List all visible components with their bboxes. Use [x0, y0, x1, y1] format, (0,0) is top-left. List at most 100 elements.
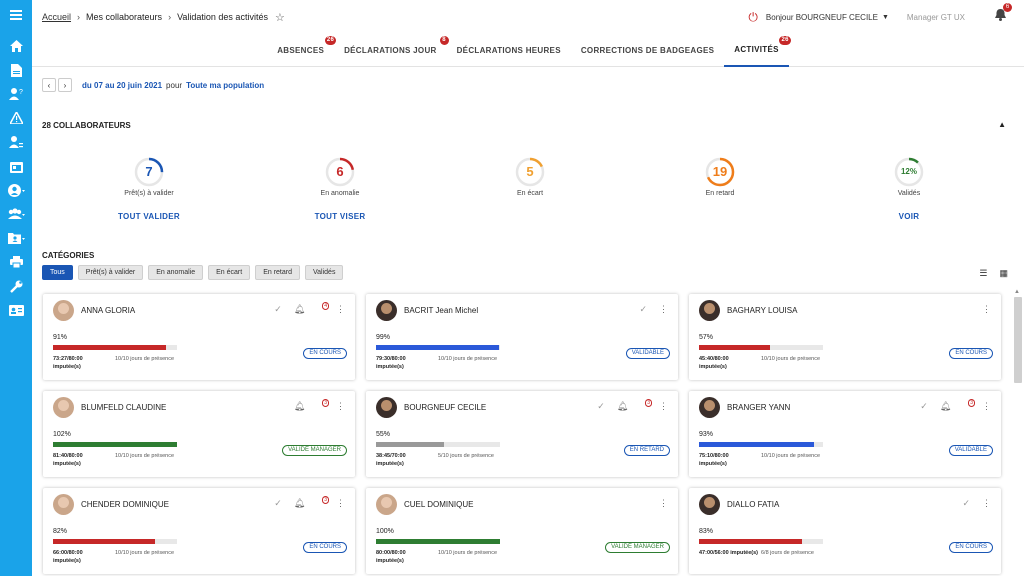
filter-ready[interactable]: Prêt(s) à valider	[77, 265, 144, 280]
collaborator-card[interactable]: ANNA GLORIA ✓ 🔔︎ 4 ⋮ 91% 73:27/80:00 imputée(s)…	[43, 294, 355, 380]
filter-validated[interactable]: Validés	[305, 265, 344, 280]
avatar	[699, 397, 720, 418]
calendar-icon[interactable]	[0, 154, 32, 178]
home-icon[interactable]	[0, 34, 32, 58]
more-options-icon[interactable]: ⋮	[659, 498, 668, 509]
user-list-icon[interactable]	[0, 130, 32, 154]
tab-activites[interactable]: ACTIVITÉS 26	[724, 34, 791, 67]
filter-all[interactable]: Tous	[42, 265, 73, 280]
more-options-icon[interactable]: ⋮	[982, 304, 991, 315]
role-label[interactable]: Manager GT UX	[907, 13, 965, 22]
hours-value: 38:45/70:00	[376, 453, 406, 459]
collaborator-name[interactable]: BAGHARY LOUISA	[727, 306, 797, 315]
period-range[interactable]: du 07 au 20 juin 2021	[82, 81, 162, 90]
wrench-icon[interactable]	[0, 274, 32, 298]
more-options-icon[interactable]: ⋮	[982, 401, 991, 412]
id-card-icon[interactable]	[0, 298, 32, 322]
stat-action-button[interactable]: TOUT VALIDER	[94, 212, 204, 221]
collapse-icon[interactable]: ▲	[998, 120, 1006, 129]
scrollbar[interactable]: ▲	[1014, 289, 1022, 576]
alert-bell-icon[interactable]: 🔔︎ 3	[294, 496, 329, 509]
menu-icon[interactable]	[10, 10, 22, 24]
collaborator-card[interactable]: BACRIT Jean Michel ✓ ⋮ 99% 79:30/80:00 imputé…	[366, 294, 678, 380]
caret-down-icon[interactable]: ▼	[882, 14, 889, 21]
progress-percent: 55%	[376, 431, 391, 438]
tab-corrections-badgeages[interactable]: CORRECTIONS DE BADGEAGES	[571, 34, 724, 67]
filter-gap[interactable]: En écart	[208, 265, 251, 280]
next-period-button[interactable]: ›	[58, 78, 72, 92]
filter-late[interactable]: En retard	[255, 265, 300, 280]
stat-ring: 19	[705, 157, 735, 187]
scroll-up-icon[interactable]: ▲	[1014, 289, 1020, 295]
collaborator-name[interactable]: CUEL DOMINIQUE	[404, 500, 474, 509]
grid-view-icon[interactable]: ▦	[999, 268, 1008, 279]
collaborator-name[interactable]: BOURGNEUF CECILE	[404, 403, 486, 412]
account-icon[interactable]	[0, 178, 32, 202]
collaborator-name[interactable]: BRANGER YANN	[727, 403, 790, 412]
check-icon[interactable]: ✓	[274, 498, 282, 509]
folder-user-icon[interactable]	[0, 226, 32, 250]
collaborator-name[interactable]: BLUMFELD CLAUDINE	[81, 403, 166, 412]
stat-action-button[interactable]: VOIR	[854, 212, 964, 221]
check-icon[interactable]: ✓	[920, 401, 928, 412]
alert-bell-icon[interactable]: 🔔︎ 3	[617, 399, 652, 412]
tab-absences[interactable]: ABSENCES 26	[267, 34, 337, 67]
alert-bell-icon[interactable]: 🔔︎ 4	[294, 302, 329, 315]
filter-anomaly[interactable]: En anomalie	[148, 265, 204, 280]
stat-ring: 7	[134, 157, 164, 187]
collaborator-name[interactable]: ANNA GLORIA	[81, 306, 135, 315]
warning-icon[interactable]	[0, 106, 32, 130]
user-greeting[interactable]: Bonjour BOURGNEUF CECILE	[766, 13, 878, 22]
collaborator-card[interactable]: CHENDER DOMINIQUE ✓ 🔔︎ 3 ⋮ 82% 66:00/80:00 impu…	[43, 488, 355, 574]
notifications-bell[interactable]: 6	[995, 3, 1012, 26]
breadcrumb-collaborators[interactable]: Mes collaborateurs	[86, 12, 162, 22]
avatar	[699, 494, 720, 515]
more-options-icon[interactable]: ⋮	[336, 401, 345, 412]
more-options-icon[interactable]: ⋮	[336, 498, 345, 509]
alert-bell-icon[interactable]: 🔔︎ 3	[940, 399, 975, 412]
alert-badge: 3	[322, 496, 329, 504]
status-badge: VALIDÉ MANAGER	[605, 542, 670, 553]
more-options-icon[interactable]: ⋮	[982, 498, 991, 509]
status-badge: EN COURS	[949, 542, 993, 553]
check-icon[interactable]: ✓	[597, 401, 605, 412]
stat-value: 7	[145, 164, 153, 179]
document-icon[interactable]	[0, 58, 32, 82]
scrollbar-thumb[interactable]	[1014, 297, 1022, 383]
tab-label: ABSENCES	[277, 45, 325, 55]
collaborator-card[interactable]: BOURGNEUF CECILE ✓ 🔔︎ 3 ⋮ 55% 38:45/70:00 imput…	[366, 391, 678, 477]
tab-declarations-heures[interactable]: DÉCLARATIONS HEURES	[447, 34, 571, 67]
hours-imputed: 47:00/56:00 imputée(s)	[699, 549, 758, 557]
breadcrumb-home[interactable]: Accueil	[42, 12, 71, 22]
collaborator-card[interactable]: BLUMFELD CLAUDINE 🔔︎ 3 ⋮ 102% 81:40/80:00 impu…	[43, 391, 355, 477]
user-question-icon[interactable]: ?	[0, 82, 32, 106]
list-view-icon[interactable]: ☰	[979, 268, 987, 279]
stat-label: En anomalie	[320, 190, 360, 197]
population-link[interactable]: Toute ma population	[186, 81, 264, 90]
tab-declarations-jour[interactable]: DÉCLARATIONS JOUR 8	[334, 34, 449, 67]
collaborator-card[interactable]: DIALLO FATIA ✓ ⋮ 83% 47:00/56:00 imputée(s) 6…	[689, 488, 1001, 574]
star-icon[interactable]: ☆	[275, 11, 285, 24]
collaborator-card[interactable]: BRANGER YANN ✓ 🔔︎ 3 ⋮ 93% 75:10/80:00 imputée(s…	[689, 391, 1001, 477]
more-options-icon[interactable]: ⋮	[336, 304, 345, 315]
check-icon[interactable]: ✓	[962, 498, 970, 509]
more-options-icon[interactable]: ⋮	[659, 401, 668, 412]
collaborator-card[interactable]: CUEL DOMINIQUE ⋮ 100% 80:00/80:00 imputée(s)…	[366, 488, 678, 574]
check-icon[interactable]: ✓	[274, 304, 282, 315]
collaborator-card[interactable]: BAGHARY LOUISA ⋮ 57% 45:40/80:00 imputée(s) 1…	[689, 294, 1001, 380]
hours-value: 66:00/80:00	[53, 550, 83, 556]
stat-value: 5	[526, 164, 534, 179]
progress-percent: 91%	[53, 334, 68, 341]
collaborator-name[interactable]: DIALLO FATIA	[727, 500, 779, 509]
prev-period-button[interactable]: ‹	[42, 78, 56, 92]
print-icon[interactable]	[0, 250, 32, 274]
stat-action-button[interactable]: TOUT VISER	[285, 212, 395, 221]
team-icon[interactable]	[0, 202, 32, 226]
more-options-icon[interactable]: ⋮	[659, 304, 668, 315]
collaborator-name[interactable]: CHENDER DOMINIQUE	[81, 500, 169, 509]
hours-value: 73:27/80:00	[53, 356, 83, 362]
power-icon[interactable]: ⏻	[748, 10, 758, 25]
check-icon[interactable]: ✓	[639, 304, 647, 315]
alert-bell-icon[interactable]: 🔔︎ 3	[294, 399, 329, 412]
collaborator-name[interactable]: BACRIT Jean Michel	[404, 306, 478, 315]
